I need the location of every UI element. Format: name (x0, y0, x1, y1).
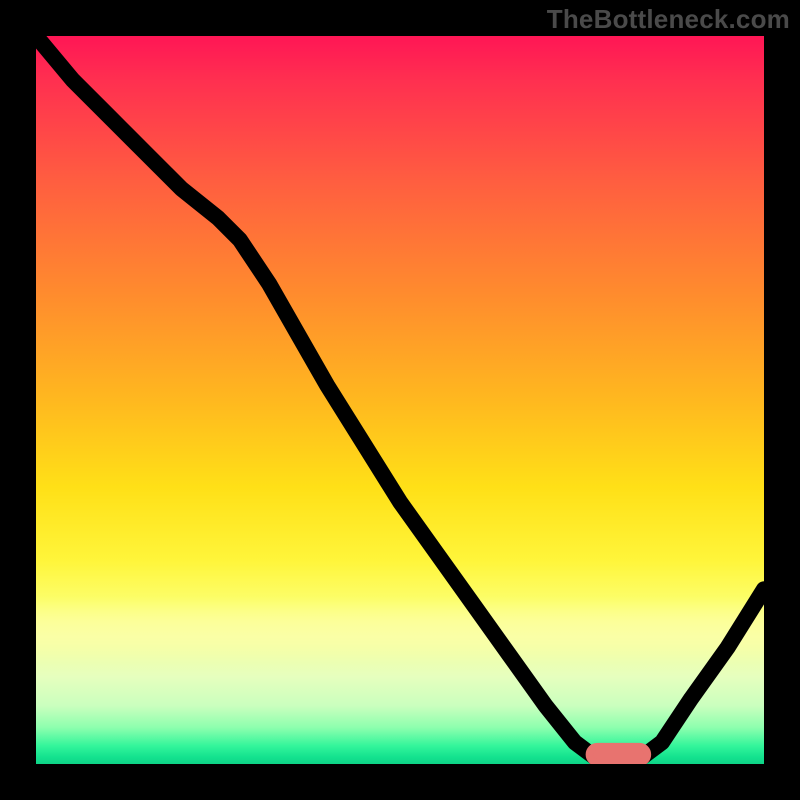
chart-frame: TheBottleneck.com (0, 0, 800, 800)
plot-area (36, 36, 764, 764)
watermark-text: TheBottleneck.com (547, 4, 790, 35)
bottleneck-curve (36, 36, 764, 764)
optimal-marker (589, 747, 647, 763)
curve-layer (36, 36, 764, 764)
